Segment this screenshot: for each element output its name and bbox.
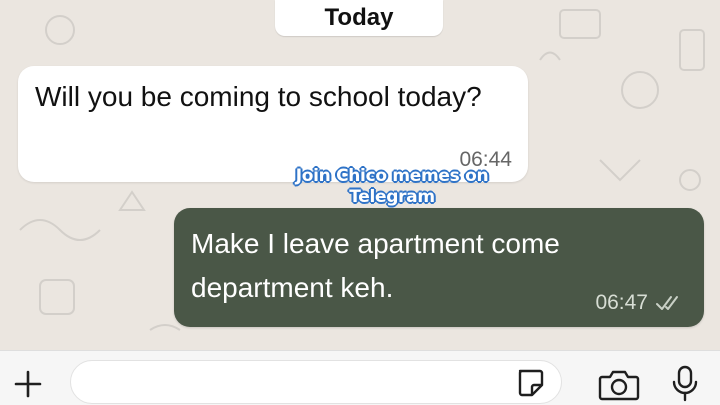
message-meta: 06:47 (595, 291, 686, 315)
date-divider-label: Today (324, 4, 394, 31)
outgoing-message-bubble[interactable]: Make I leave apartment come department k… (174, 208, 704, 327)
watermark-line: Telegram (349, 187, 435, 207)
sticker-icon (518, 369, 544, 397)
watermark-overlay: Join Chico memes on Telegram (252, 166, 532, 208)
voice-message-button[interactable] (670, 364, 700, 404)
date-divider: Today (275, 0, 443, 36)
message-composer (0, 350, 720, 405)
attach-button[interactable] (8, 364, 48, 404)
camera-button[interactable] (598, 368, 640, 402)
sticker-button[interactable] (514, 367, 546, 399)
chat-area: Today Will you be coming to school today… (0, 0, 720, 405)
plus-icon (14, 370, 42, 398)
message-timestamp: 06:47 (595, 291, 648, 314)
message-input[interactable] (70, 360, 562, 404)
message-text: Will you be coming to school today? (35, 81, 482, 112)
watermark-line: Join Chico memes on (295, 166, 489, 186)
double-check-icon (656, 296, 678, 310)
microphone-icon (672, 365, 698, 402)
camera-icon (598, 370, 640, 401)
incoming-message-bubble[interactable]: Will you be coming to school today? 06:4… (18, 66, 528, 182)
